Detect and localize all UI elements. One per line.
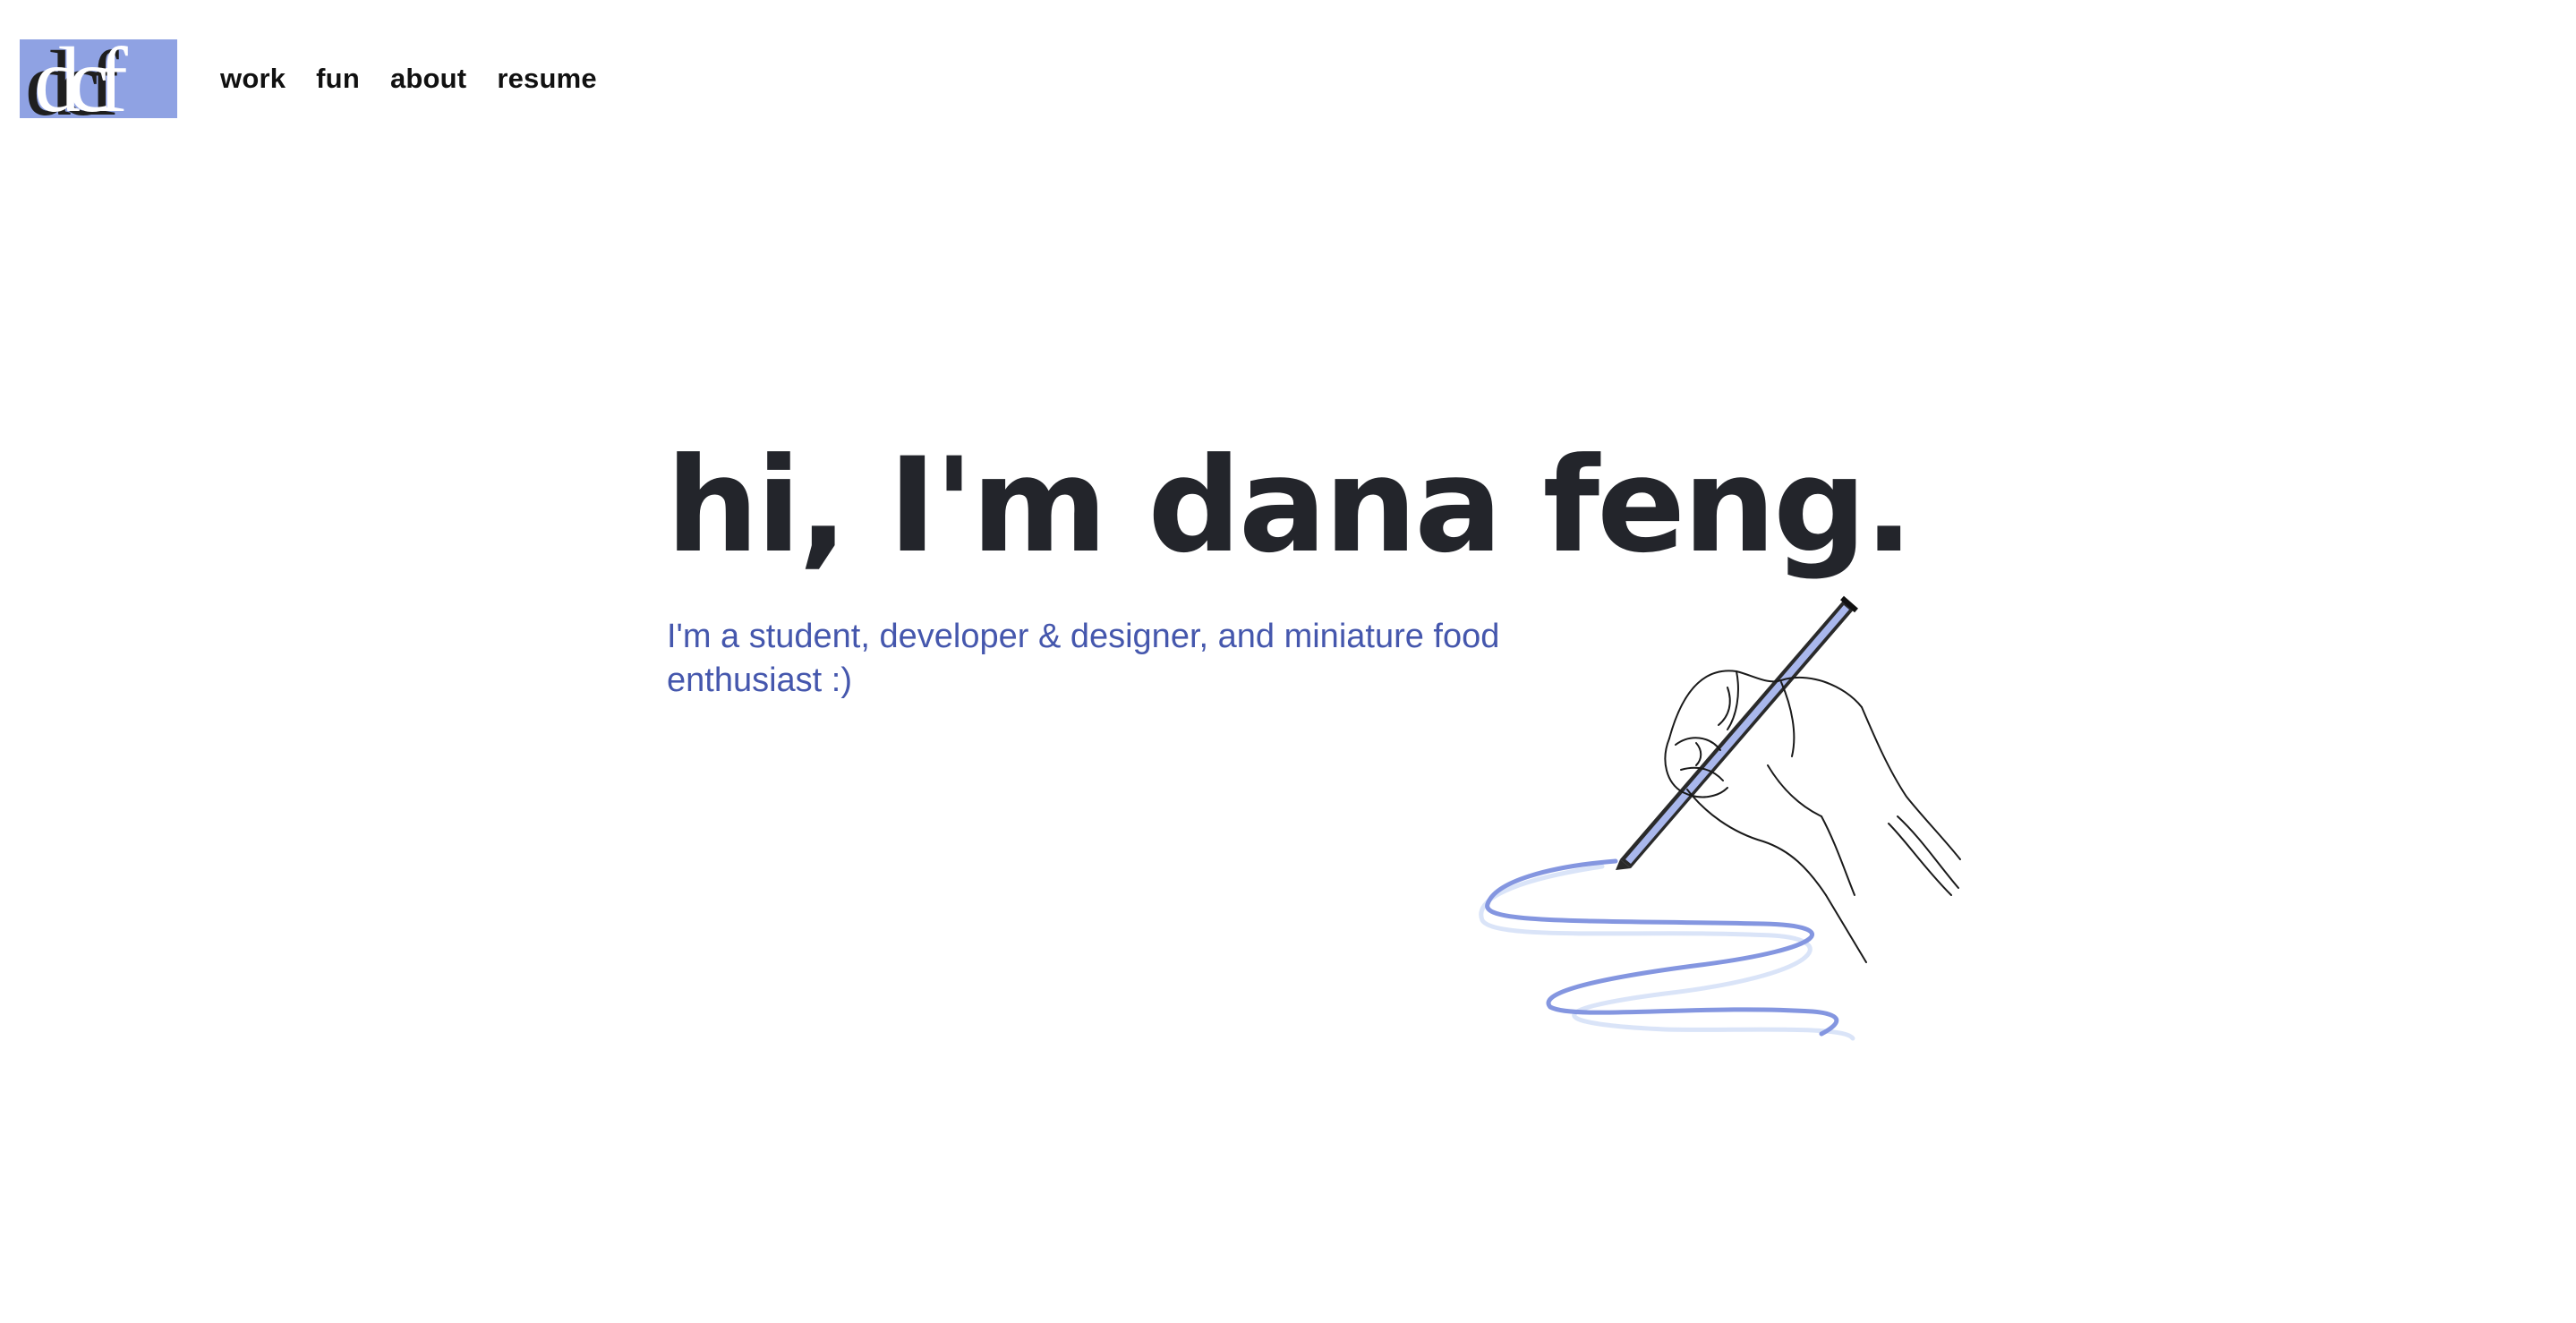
hand-sketch (1664, 670, 1961, 963)
page: dcf dcf work fun about resume hi, I'm da… (0, 0, 2576, 1323)
nav-link-work[interactable]: work (220, 63, 286, 95)
nav-link-resume[interactable]: resume (497, 63, 597, 95)
nav-link-fun[interactable]: fun (316, 63, 360, 95)
main-nav: work fun about resume (220, 63, 597, 95)
hero-subtitle: I'm a student, developer & designer, and… (667, 618, 1500, 699)
hero-title: hi, I'm dana feng. (666, 430, 1914, 582)
logo[interactable]: dcf dcf (20, 39, 177, 118)
logo-mark-icon: dcf dcf (25, 39, 141, 118)
logo-text: dcf (34, 39, 128, 118)
hand-drawing-pen-icon (1479, 595, 1961, 1041)
pen-icon (1616, 595, 1858, 870)
site-header: dcf dcf work fun about resume (20, 39, 597, 118)
nav-link-about[interactable]: about (390, 63, 466, 95)
